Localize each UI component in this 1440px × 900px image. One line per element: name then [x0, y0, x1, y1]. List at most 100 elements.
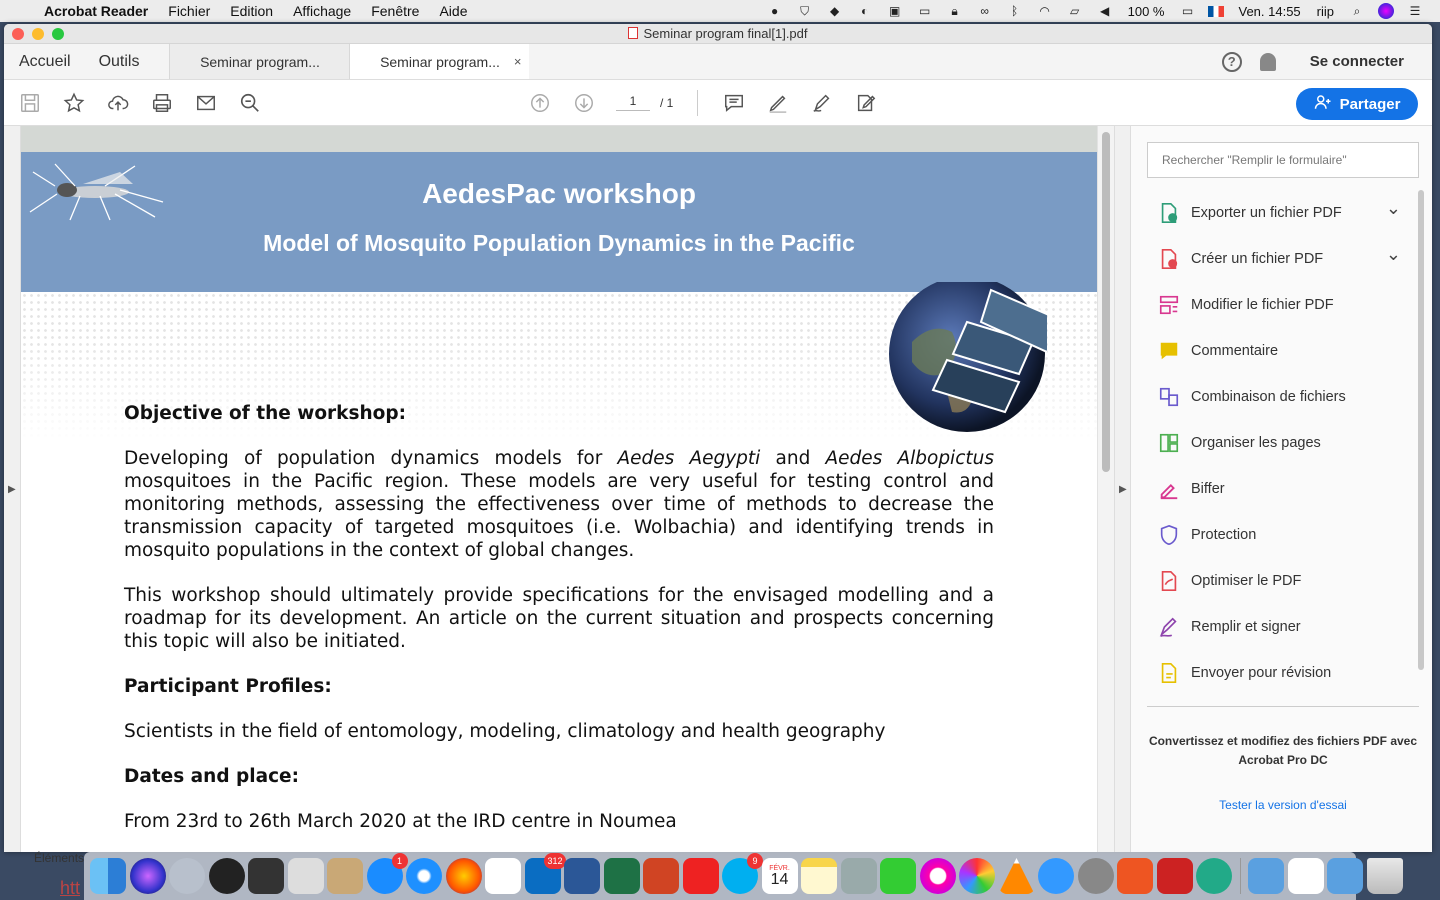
tool-organize-pages[interactable]: Organiser les pages	[1147, 420, 1419, 466]
excel-icon[interactable]	[603, 858, 640, 894]
tool-fill-sign[interactable]: Remplir et signer	[1147, 604, 1419, 650]
user-name[interactable]: riip	[1309, 4, 1342, 19]
notes-icon[interactable]	[801, 858, 837, 894]
bookmark-star-icon[interactable]	[62, 91, 86, 115]
tool-redact[interactable]: Biffer	[1147, 466, 1419, 512]
airplay-icon[interactable]: ▱	[1066, 4, 1084, 18]
document-viewer[interactable]: ▶ AedesPac workshop Model of Mosquito Po…	[4, 126, 1130, 852]
sync-icon[interactable]: ◐	[856, 4, 874, 18]
wifi-icon[interactable]: ◠	[1036, 4, 1054, 18]
next-page-icon[interactable]	[572, 91, 596, 115]
tab-tools[interactable]: Outils	[85, 44, 154, 79]
contacts-icon[interactable]	[327, 858, 363, 894]
highlight-pen-icon[interactable]	[766, 91, 790, 115]
lync-icon[interactable]	[485, 858, 521, 894]
bell-icon[interactable]	[1259, 52, 1276, 71]
share-button[interactable]: Partager	[1296, 88, 1418, 120]
right-panel-toggle[interactable]: ▶	[1114, 126, 1130, 852]
scrollbar-thumb[interactable]	[1102, 132, 1110, 472]
status-app-icon[interactable]: ●	[766, 4, 784, 18]
menu-fichier[interactable]: Fichier	[158, 3, 220, 19]
signin-button[interactable]: Se connecter	[1310, 53, 1404, 70]
shield-status-icon[interactable]: ⛉	[796, 4, 814, 18]
sign-pen-icon[interactable]	[810, 91, 834, 115]
expand-left-icon[interactable]: ▶	[8, 484, 16, 495]
volume-icon[interactable]: ◀	[1096, 4, 1114, 18]
notification-center-icon[interactable]: ☰	[1406, 4, 1424, 18]
close-tab-icon[interactable]: ×	[514, 54, 522, 69]
preview-icon[interactable]	[287, 858, 324, 894]
trial-link[interactable]: Tester la version d'essai	[1147, 798, 1419, 812]
search-icon[interactable]	[238, 91, 262, 115]
email-icon[interactable]	[194, 91, 218, 115]
french-flag-icon[interactable]	[1208, 5, 1225, 17]
maximize-window-button[interactable]	[52, 27, 64, 40]
page-number-input[interactable]: 1	[616, 94, 650, 111]
share-review-icon[interactable]	[854, 91, 878, 115]
applications-folder-icon[interactable]	[1248, 858, 1284, 894]
outlook-icon[interactable]: 312	[524, 853, 566, 894]
chevron-down-icon[interactable]: ⌄	[1386, 198, 1401, 219]
siri-dock-icon[interactable]	[129, 858, 166, 894]
tools-scrollbar[interactable]	[1418, 190, 1424, 670]
collapse-right-icon[interactable]: ▶	[1119, 484, 1127, 495]
chevron-down-icon[interactable]: ⌄	[1386, 244, 1401, 265]
pdf-page[interactable]: AedesPac workshop Model of Mosquito Popu…	[21, 152, 1097, 852]
menu-affichage[interactable]: Affichage	[283, 3, 361, 19]
left-panel-toggle[interactable]: ▶	[4, 126, 21, 852]
vlc-icon[interactable]	[998, 858, 1035, 894]
acrobat-icon[interactable]	[682, 858, 719, 894]
battery-percent[interactable]: 100 %	[1120, 4, 1173, 19]
spotlight-icon[interactable]: ⌕	[1348, 4, 1366, 18]
remote-desktop-icon[interactable]	[1117, 858, 1153, 894]
itunes-icon[interactable]	[919, 858, 956, 894]
dropbox-icon[interactable]: ◆	[826, 4, 844, 18]
clock[interactable]: Ven. 14:55	[1230, 4, 1308, 19]
display-icon[interactable]: ▭	[916, 4, 934, 18]
maps-compass-icon[interactable]	[1196, 858, 1232, 894]
photos-icon[interactable]	[959, 858, 995, 894]
tool-send-review[interactable]: Envoyer pour révision	[1147, 650, 1419, 696]
trash-icon[interactable]	[1366, 858, 1403, 894]
tool-optimize-pdf[interactable]: Optimiser le PDF	[1147, 558, 1419, 604]
downloads-folder-icon[interactable]	[1327, 858, 1363, 894]
battery-icon[interactable]: ▭	[1178, 4, 1196, 18]
activity-monitor-icon[interactable]	[248, 858, 284, 894]
tool-edit-pdf[interactable]: Modifier le fichier PDF	[1147, 282, 1419, 328]
upload-cloud-icon[interactable]	[106, 91, 130, 115]
help-icon[interactable]: ?	[1221, 51, 1242, 72]
minimize-window-button[interactable]	[32, 27, 44, 40]
photo-booth-icon[interactable]	[1156, 858, 1193, 894]
menu-fenetre[interactable]: Fenêtre	[361, 3, 429, 19]
print-icon[interactable]	[150, 91, 174, 115]
tab-home[interactable]: Accueil	[4, 44, 85, 79]
skype-icon[interactable]: 9	[722, 853, 763, 894]
siri-icon[interactable]	[1378, 3, 1394, 19]
bluetooth-icon[interactable]: ᛒ	[1006, 4, 1024, 18]
appstore-icon[interactable]: 1	[366, 853, 408, 894]
comment-tool-icon[interactable]	[722, 91, 746, 115]
dashboard-icon[interactable]	[208, 858, 245, 894]
robot-icon[interactable]: ▣	[886, 4, 904, 18]
word-icon[interactable]	[564, 858, 600, 894]
tool-export-pdf[interactable]: Exporter un fichier PDF ⌄	[1147, 190, 1419, 236]
tool-comment[interactable]: Commentaire	[1147, 328, 1419, 374]
tool-create-pdf[interactable]: Créer un fichier PDF ⌄	[1147, 236, 1419, 282]
quicktime-icon[interactable]	[1038, 858, 1074, 894]
powerpoint-icon[interactable]	[643, 858, 679, 894]
previous-page-icon[interactable]	[528, 91, 552, 115]
facetime-icon[interactable]	[880, 858, 916, 894]
lock-icon[interactable]: 🔒︎	[946, 4, 964, 18]
menu-aide[interactable]: Aide	[429, 3, 477, 19]
doc-tab-2[interactable]: Seminar program... ×	[349, 44, 530, 79]
menu-edition[interactable]: Edition	[220, 3, 283, 19]
finder-icon[interactable]	[90, 858, 126, 894]
close-window-button[interactable]	[12, 27, 24, 40]
document-stack-icon[interactable]	[1287, 858, 1324, 894]
binoculars-icon[interactable]: ∞	[976, 4, 994, 18]
tool-combine-files[interactable]: Combinaison de fichiers	[1147, 374, 1419, 420]
firefox-icon[interactable]	[445, 858, 482, 894]
calendar-icon[interactable]: FÉVR. 14	[761, 858, 798, 894]
doc-tab-1[interactable]: Seminar program...	[169, 44, 350, 79]
menu-app-name[interactable]: Acrobat Reader	[40, 3, 158, 19]
